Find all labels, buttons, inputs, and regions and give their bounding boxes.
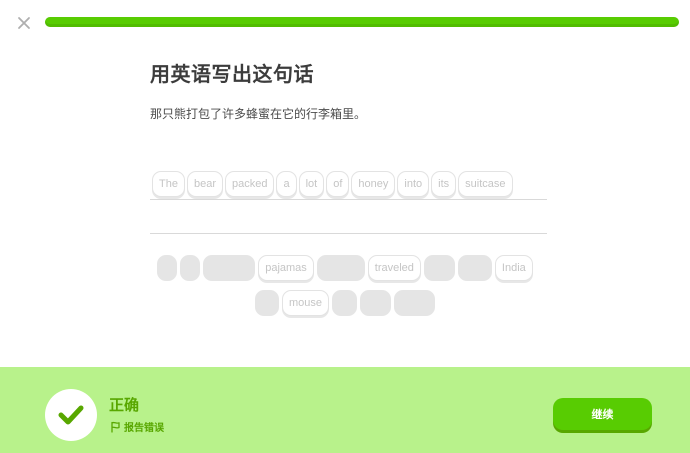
answer-word-row: The bear packed a lot of honey into its suitcase — [152, 171, 513, 197]
word-bank-empty-slot — [360, 290, 392, 316]
report-label: 报告错误 — [124, 423, 164, 434]
progress-fill — [45, 17, 679, 27]
progress-bar — [45, 17, 679, 27]
word-bank-chip[interactable]: traveled — [367, 255, 421, 281]
word-bank-empty-slot — [180, 255, 201, 281]
feedback-panel: 正确 报告错误 继续 — [0, 367, 690, 453]
word-bank-empty-slot — [157, 255, 178, 281]
word-bank-empty-slot — [394, 290, 436, 316]
word-bank: pajamas traveled India mouse — [140, 255, 550, 325]
answer-word-chip[interactable]: bear — [186, 171, 223, 197]
answer-area: The bear packed a lot of honey into its suitcase — [150, 166, 547, 236]
answer-word-chip[interactable]: packed — [225, 171, 275, 197]
word-bank-empty-slot — [316, 255, 365, 281]
answer-word-chip[interactable]: lot — [298, 171, 325, 197]
flag-icon — [111, 421, 120, 433]
word-bank-chip[interactable]: pajamas — [258, 255, 314, 281]
result-title: 正确 — [109, 396, 140, 414]
word-bank-chip[interactable]: mouse — [281, 290, 330, 316]
answer-word-chip[interactable]: a — [276, 171, 297, 197]
word-bank-row: mouse — [140, 290, 550, 316]
answer-word-chip[interactable]: into — [397, 171, 430, 197]
continue-button[interactable]: 继续 — [553, 398, 652, 430]
close-icon — [18, 17, 30, 29]
word-bank-empty-slot — [254, 290, 279, 316]
word-bank-empty-slot — [203, 255, 256, 281]
answer-line — [150, 199, 547, 200]
word-bank-empty-slot — [457, 255, 492, 281]
close-button[interactable] — [14, 13, 34, 33]
word-bank-chip[interactable]: India — [494, 255, 533, 281]
answer-word-chip[interactable]: its — [431, 171, 457, 197]
word-bank-row: pajamas traveled India — [140, 255, 550, 281]
word-bank-empty-slot — [332, 290, 358, 316]
prompt-sentence: 那只熊打包了许多蜂蜜在它的行李箱里。 — [150, 107, 367, 121]
word-bank-empty-slot — [423, 255, 455, 281]
answer-word-chip[interactable]: suitcase — [458, 171, 513, 197]
page-title: 用英语写出这句话 — [150, 62, 314, 86]
answer-word-chip[interactable]: of — [326, 171, 350, 197]
result-badge — [45, 389, 97, 441]
answer-word-chip[interactable]: The — [152, 171, 185, 197]
check-icon — [58, 405, 84, 425]
answer-line — [150, 233, 547, 234]
answer-word-chip[interactable]: honey — [351, 171, 396, 197]
report-button[interactable]: 报告错误 — [109, 419, 164, 434]
